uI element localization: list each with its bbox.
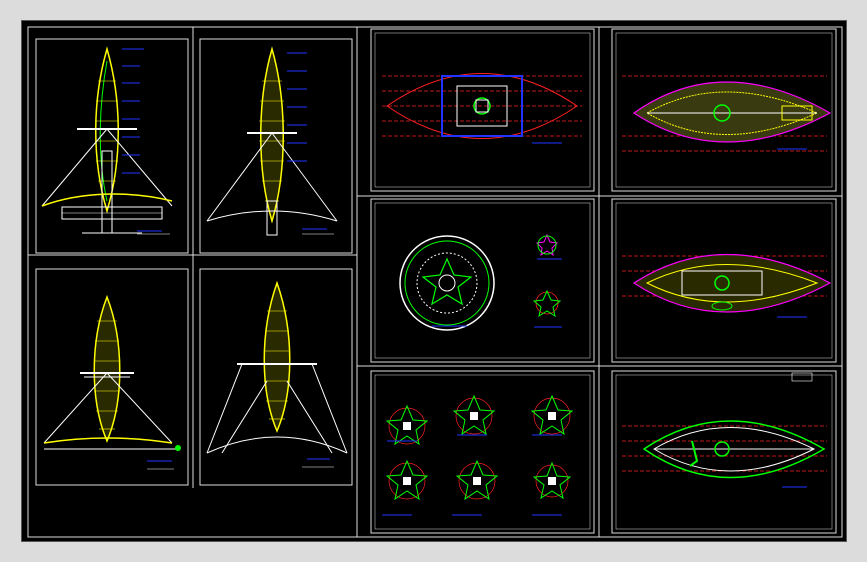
tower-elevation-3 [35,268,189,486]
tower-elevation-2 [199,38,353,254]
cad-viewport[interactable] [0,0,867,562]
cad-drawing [27,26,843,538]
boat-plan-3 [611,198,837,363]
boat-plan-1 [370,28,595,192]
tower-elevation-1 [35,38,189,254]
boat-plan-2 [611,28,837,192]
boat-plan-4 [611,370,837,534]
circular-plan [370,198,595,363]
tower-elevation-4 [199,268,353,486]
drawing-frame [21,20,847,542]
star-details [370,370,595,534]
